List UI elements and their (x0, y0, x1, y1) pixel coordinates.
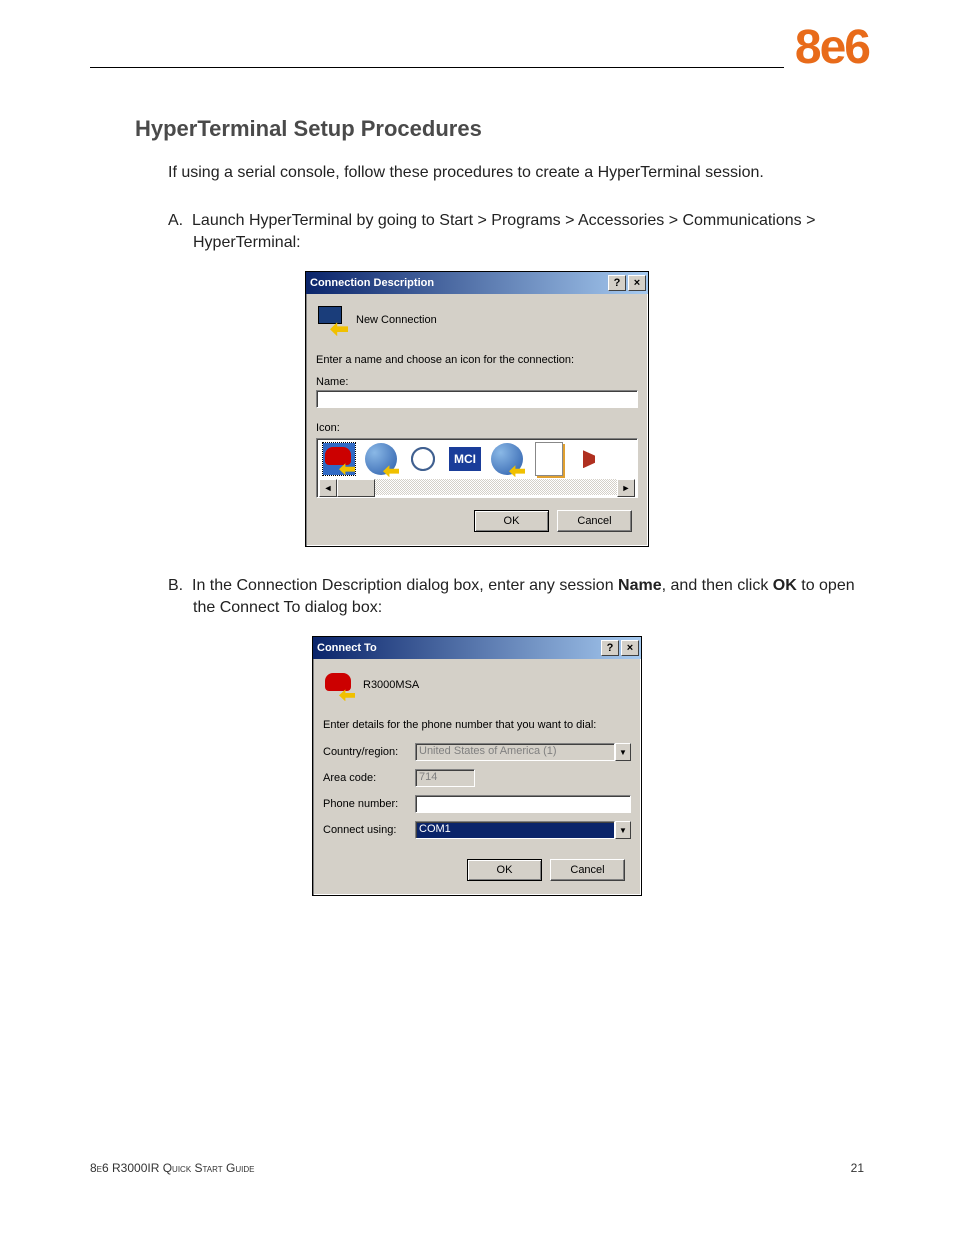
dialog1-title: Connection Description (310, 277, 606, 289)
icon-field-label: Icon: (316, 422, 638, 434)
ok-button[interactable]: OK (467, 859, 542, 881)
connect-using-select[interactable]: COM1 (415, 821, 615, 839)
step-b: B. In the Connection Description dialog … (168, 575, 864, 618)
step-a-marker: A. (168, 212, 183, 229)
icon-option-globe[interactable] (365, 443, 397, 475)
help-icon[interactable]: ? (608, 275, 626, 291)
step-b-prefix: In the Connection Description dialog box… (192, 577, 618, 594)
icon-option-flag[interactable] (575, 443, 607, 475)
icon-option-phone[interactable] (323, 443, 355, 475)
dialog2-instruction: Enter details for the phone number that … (323, 719, 631, 731)
connect-to-dialog: Connect To ? × R3000MSA Enter details fo… (312, 636, 642, 896)
page-footer: 8e6 R3000IR Quick Start Guide 21 (90, 1161, 864, 1175)
step-a-text: Launch HyperTerminal by going to Start >… (192, 212, 815, 251)
close-icon[interactable]: × (621, 640, 639, 656)
step-b-bold2: OK (773, 577, 797, 594)
country-label: Country/region: (323, 746, 409, 758)
step-a: A. Launch HyperTerminal by going to Star… (168, 210, 864, 253)
page-number: 21 (851, 1161, 864, 1175)
area-code-input: 714 (415, 769, 475, 787)
phone-icon (323, 669, 355, 701)
country-select: United States of America (1) (415, 743, 615, 761)
connection-name-label: New Connection (356, 314, 437, 326)
dialog1-titlebar[interactable]: Connection Description ? × (306, 272, 648, 294)
phone-number-input[interactable] (415, 795, 631, 813)
scroll-track[interactable] (375, 479, 617, 495)
phone-number-label: Phone number: (323, 798, 409, 810)
icon-option-mci[interactable]: MCI (449, 443, 481, 475)
step-b-bold1: Name (618, 577, 662, 594)
icon-option-doc[interactable] (533, 443, 565, 475)
ok-button[interactable]: OK (474, 510, 549, 532)
icon-option-globe2[interactable] (491, 443, 523, 475)
icon-scrollbar[interactable]: ◄ ► (319, 479, 635, 495)
footer-left: 8e6 R3000IR Quick Start Guide (90, 1161, 254, 1175)
icon-picker[interactable]: MCI ◄ ► (316, 438, 638, 498)
step-b-mid: , and then click (662, 577, 773, 594)
header-rule (90, 67, 784, 68)
dialog2-title: Connect To (317, 642, 599, 654)
connection-description-dialog: Connection Description ? × New Connectio… (305, 271, 649, 547)
cancel-button[interactable]: Cancel (550, 859, 625, 881)
cancel-button[interactable]: Cancel (557, 510, 632, 532)
connection-icon (316, 304, 348, 336)
help-icon[interactable]: ? (601, 640, 619, 656)
brand-logo: 8e6 (795, 20, 869, 75)
intro-text: If using a serial console, follow these … (168, 164, 864, 182)
scroll-left-icon[interactable]: ◄ (319, 479, 337, 497)
step-b-marker: B. (168, 577, 183, 594)
icon-option-atom[interactable] (407, 443, 439, 475)
close-icon[interactable]: × (628, 275, 646, 291)
scroll-thumb[interactable] (337, 479, 375, 497)
chevron-down-icon[interactable]: ▼ (615, 821, 631, 839)
name-input[interactable] (316, 390, 638, 408)
dialog1-instruction: Enter a name and choose an icon for the … (316, 354, 638, 366)
scroll-right-icon[interactable]: ► (617, 479, 635, 497)
dialog2-connection-name: R3000MSA (363, 679, 419, 691)
name-field-label: Name: (316, 376, 638, 388)
area-code-label: Area code: (323, 772, 409, 784)
connect-using-label: Connect using: (323, 824, 409, 836)
section-title: HyperTerminal Setup Procedures (135, 116, 864, 142)
dialog2-titlebar[interactable]: Connect To ? × (313, 637, 641, 659)
chevron-down-icon: ▼ (615, 743, 631, 761)
